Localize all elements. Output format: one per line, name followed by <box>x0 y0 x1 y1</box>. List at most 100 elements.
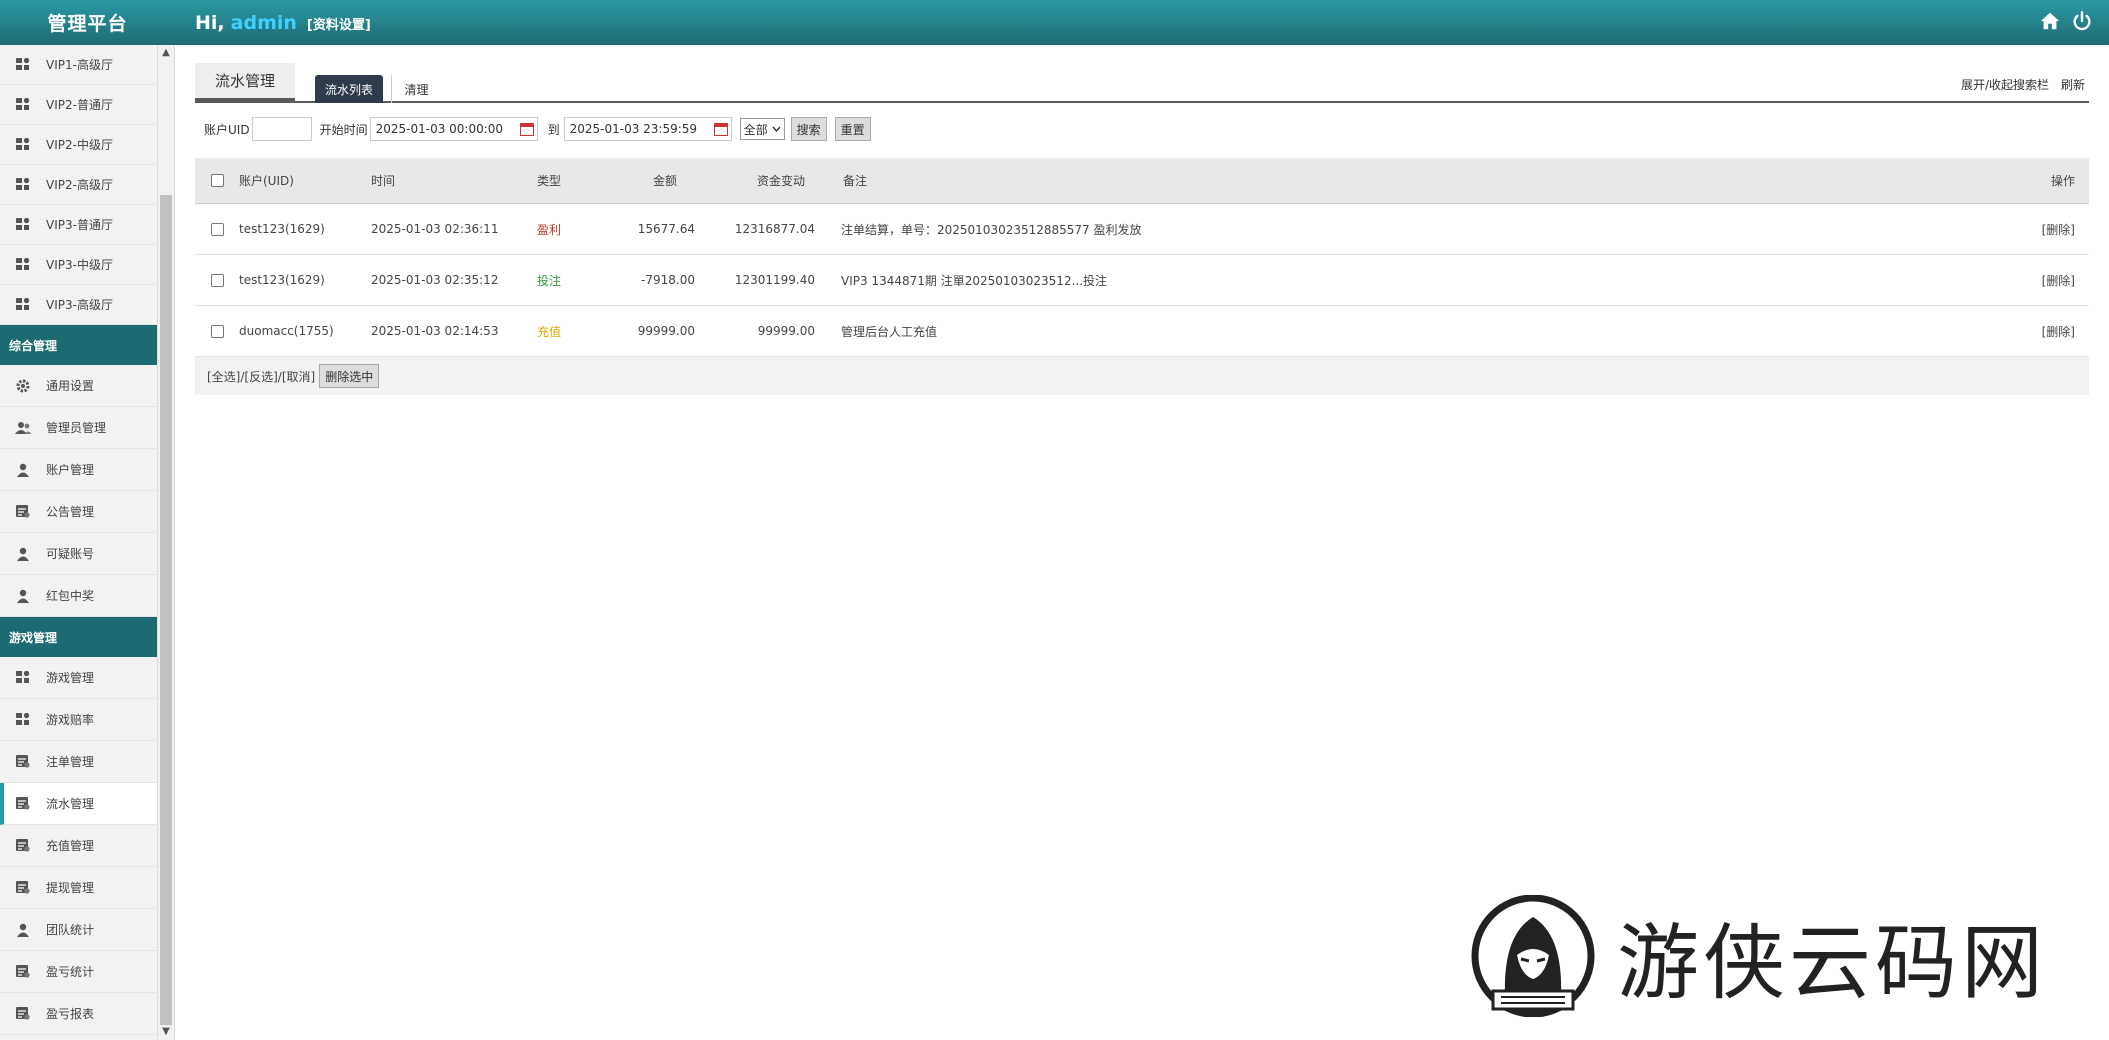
sidebar-item[interactable]: 公告管理 <box>0 491 157 533</box>
scroll-down-icon[interactable]: ▼ <box>158 1024 174 1040</box>
delete-link[interactable]: [删除] <box>2029 323 2089 340</box>
calendar-icon[interactable] <box>519 123 534 136</box>
sidebar-item[interactable]: 账户管理 <box>0 449 157 491</box>
sidebar-item[interactable]: 盈亏报表 <box>0 993 157 1035</box>
sidebar-item[interactable]: VIP2-普通厅 <box>0 85 157 125</box>
menu-group-game[interactable]: 游戏管理 <box>0 617 157 657</box>
chevron-down-icon <box>772 126 781 132</box>
tab-clean[interactable]: 清理 <box>391 75 435 103</box>
header-amount: 金额 <box>652 174 677 188</box>
sidebar: VIP1-高级厅 VIP2-普通厅 VIP2-中级厅 VIP2-高级厅 VIP3-普通厅… <box>0 45 157 1040</box>
sidebar-item-label: 公告管理 <box>46 505 95 519</box>
select-all-link[interactable]: [全选] <box>207 370 240 384</box>
grid-icon <box>14 217 32 233</box>
select-all-checkbox[interactable] <box>210 174 224 187</box>
start-time-input[interactable]: 2025-01-03 00:00:00 <box>369 117 538 141</box>
sidebar-item[interactable]: VIP3-中级厅 <box>0 245 157 285</box>
row-checkbox[interactable] <box>210 222 224 236</box>
calendar-icon[interactable] <box>713 123 728 136</box>
sidebar-item-label: VIP3-中级厅 <box>46 258 113 272</box>
sidebar-item[interactable]: 充值管理 <box>0 825 157 867</box>
cell-type: 充值 <box>537 324 562 339</box>
sidebar-item[interactable]: 盈亏统计 <box>0 951 157 993</box>
sidebar-item[interactable]: VIP3-高级厅 <box>0 285 157 325</box>
table-row: test123(1629) 2025-01-03 02:35:12 投注 -7918.… <box>195 255 2089 306</box>
flow-table: 账户(UID) 时间 类型 金额 资金变动 备注 操作 test123(1629… <box>195 158 2089 395</box>
type-select[interactable]: 全部 <box>739 118 785 140</box>
header-type: 类型 <box>537 174 562 188</box>
reset-button[interactable]: 重置 <box>834 117 871 141</box>
table-footer: [全选]/[反选]/[取消] 删除选中 <box>195 357 2089 395</box>
hacker-logo-icon <box>1471 894 1595 1017</box>
sidebar-item-label: 可疑账号 <box>46 547 95 561</box>
page-title-tab[interactable]: 流水管理 <box>195 63 295 101</box>
header-note: 备注 <box>843 174 868 188</box>
user-icon <box>14 546 32 562</box>
sidebar-item[interactable]: 团队统计 <box>0 909 157 951</box>
sidebar-item[interactable]: VIP3-普通厅 <box>0 205 157 245</box>
header-time: 时间 <box>371 174 396 188</box>
table-row: duomacc(1755) 2025-01-03 02:14:53 充值 99999.… <box>195 306 2089 357</box>
list-icon <box>14 504 32 520</box>
table-row: test123(1629) 2025-01-03 02:36:11 盈利 15677.… <box>195 204 2089 255</box>
home-icon[interactable] <box>2039 10 2061 32</box>
greeting: Hi, admin [资料设置] <box>195 12 371 34</box>
grid-icon <box>14 57 32 73</box>
sidebar-item[interactable]: 提现管理 <box>0 867 157 909</box>
sidebar-item[interactable]: 流水管理 <box>0 783 157 825</box>
scroll-up-icon[interactable]: ▲ <box>158 45 174 61</box>
end-time-input[interactable]: 2025-01-03 23:59:59 <box>563 117 732 141</box>
app-logo: 管理平台 <box>47 13 128 35</box>
sidebar-item[interactable]: 通用设置 <box>0 365 157 407</box>
user-icon <box>14 922 32 938</box>
scroll-thumb[interactable] <box>160 195 172 1025</box>
cell-account: test123(1629) <box>239 222 325 236</box>
divider <box>174 45 175 1040</box>
grid-icon <box>14 137 32 153</box>
sidebar-item[interactable]: VIP2-中级厅 <box>0 125 157 165</box>
list-icon <box>14 796 32 812</box>
sidebar-item-label: 注单管理 <box>46 755 95 769</box>
sidebar-item-label: VIP1-高级厅 <box>46 58 113 72</box>
cell-amount: 99999.00 <box>637 324 695 338</box>
cell-account: test123(1629) <box>239 273 325 287</box>
sidebar-item[interactable]: 游戏管理 <box>0 657 157 699</box>
search-button[interactable]: 搜索 <box>790 117 827 141</box>
cancel-selection-link[interactable]: [取消] <box>282 370 315 384</box>
sidebar-item-label: VIP3-普通厅 <box>46 218 113 232</box>
sidebar-item[interactable]: VIP2-高级厅 <box>0 165 157 205</box>
uid-input[interactable] <box>251 117 312 141</box>
sidebar-item-label: 流水管理 <box>46 797 95 811</box>
power-icon[interactable] <box>2071 10 2093 32</box>
delete-link[interactable]: [删除] <box>2029 221 2089 238</box>
refresh-link[interactable]: 刷新 <box>2061 76 2085 93</box>
cell-time: 2025-01-03 02:35:12 <box>371 273 499 287</box>
toggle-search-link[interactable]: 展开/收起搜索栏 <box>1961 76 2049 93</box>
user-icon <box>14 588 32 604</box>
username[interactable]: admin <box>231 12 297 34</box>
invert-selection-link[interactable]: [反选] <box>244 370 277 384</box>
sidebar-item[interactable]: 游戏赔率 <box>0 699 157 741</box>
header-fund-change: 资金变动 <box>756 174 805 188</box>
cell-fund-change: 12301199.40 <box>734 273 815 287</box>
cell-time: 2025-01-03 02:36:11 <box>371 222 499 236</box>
row-checkbox[interactable] <box>210 324 224 338</box>
delete-selected-button[interactable]: 删除选中 <box>319 364 380 388</box>
cell-fund-change: 99999.00 <box>757 324 815 338</box>
sidebar-item[interactable]: 红包中奖 <box>0 575 157 617</box>
sidebar-item[interactable]: 管理员管理 <box>0 407 157 449</box>
row-checkbox[interactable] <box>210 273 224 287</box>
sidebar-item[interactable]: 可疑账号 <box>0 533 157 575</box>
cell-account: duomacc(1755) <box>239 324 334 338</box>
sidebar-item-label: 管理员管理 <box>46 421 107 435</box>
header-account: 账户(UID) <box>239 174 294 188</box>
list-icon <box>14 754 32 770</box>
header-op: 操作 <box>2050 174 2075 188</box>
sidebar-item[interactable]: 注单管理 <box>0 741 157 783</box>
sidebar-item[interactable]: VIP1-高级厅 <box>0 45 157 85</box>
delete-link[interactable]: [删除] <box>2029 272 2089 289</box>
sidebar-scrollbar[interactable]: ▲ ▼ <box>157 45 174 1040</box>
menu-group-general[interactable]: 综合管理 <box>0 325 157 365</box>
profile-settings-link[interactable]: [资料设置] <box>307 14 371 33</box>
tab-flow-list[interactable]: 流水列表 <box>315 75 383 103</box>
